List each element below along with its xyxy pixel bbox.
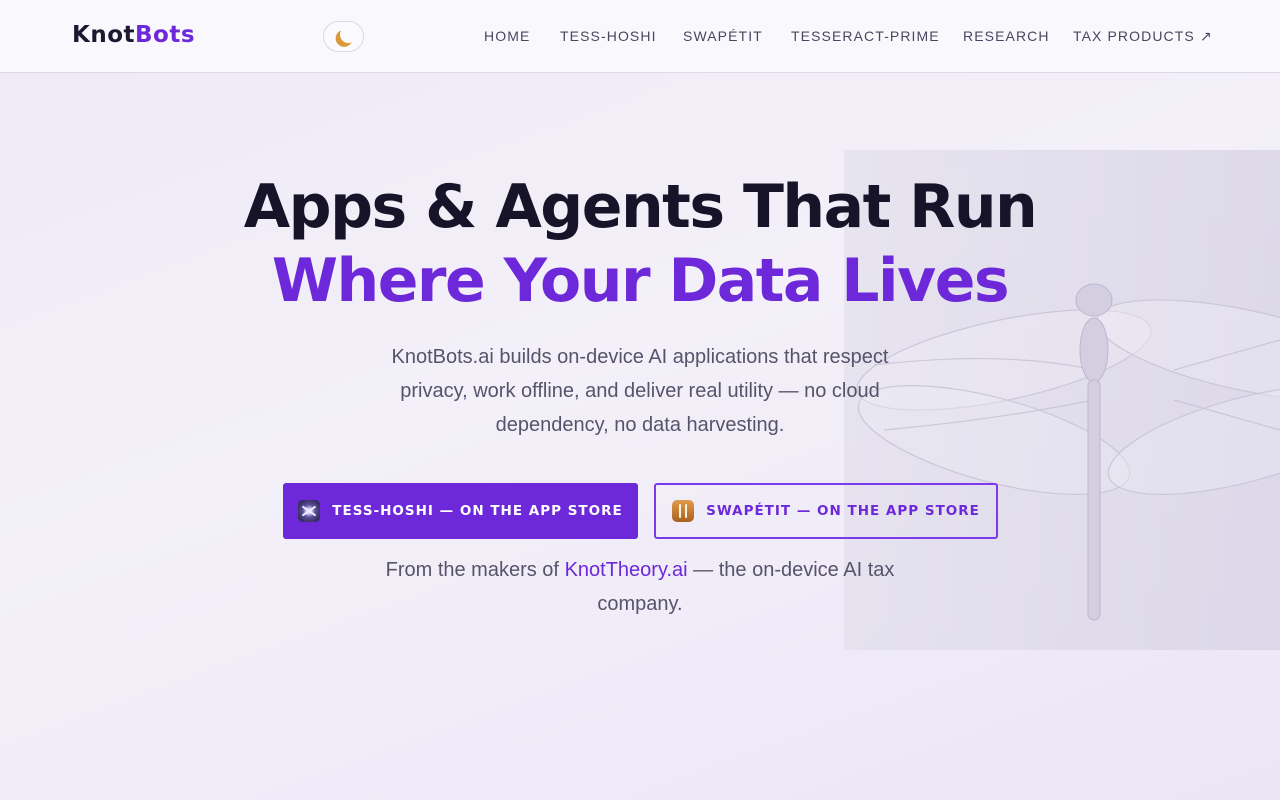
knottheory-link[interactable]: KnotTheory.ai (565, 559, 688, 581)
hero-title-line1: Apps & Agents That Run (243, 172, 1038, 242)
tess-hoshi-app-store-button[interactable]: TESS-HOSHI — ON THE APP STORE (283, 483, 638, 539)
tess-hoshi-button-label: TESS-HOSHI — ON THE APP STORE (332, 503, 623, 519)
nav-item-tess-hoshi[interactable]: TESS-HOSHI (560, 28, 657, 44)
swapetit-button-label: SWAPÉTIT — ON THE APP STORE (706, 503, 980, 519)
hero-title-line2: Where Your Data Lives (271, 246, 1010, 316)
hero-description: KnotBots.ai builds on-device AI applicat… (391, 346, 889, 436)
main-nav: HOME TESS-HOSHI SWAPÉTIT TESSERACT-PRIME… (0, 28, 1280, 48)
tess-hoshi-app-icon (298, 500, 321, 522)
nav-item-tesseract-prime[interactable]: TESSERACT-PRIME (791, 28, 940, 44)
nav-item-research[interactable]: RESEARCH (963, 28, 1050, 44)
makers-prefix: From the makers of (385, 559, 559, 581)
nav-item-home[interactable]: HOME (484, 28, 530, 44)
makers-note: From the makers of KnotTheory.ai — the o… (350, 553, 930, 621)
top-navigation-bar: KnotBots HOME TESS-HOSHI SWAPÉTIT TESSER… (0, 0, 1280, 73)
nav-item-tax-products[interactable]: TAX PRODUCTS ↗ (1073, 28, 1213, 45)
swapetit-app-store-button[interactable]: SWAPÉTIT — ON THE APP STORE (654, 483, 998, 539)
swapetit-app-icon (672, 500, 695, 522)
nav-item-swapetit[interactable]: SWAPÉTIT (683, 28, 763, 44)
